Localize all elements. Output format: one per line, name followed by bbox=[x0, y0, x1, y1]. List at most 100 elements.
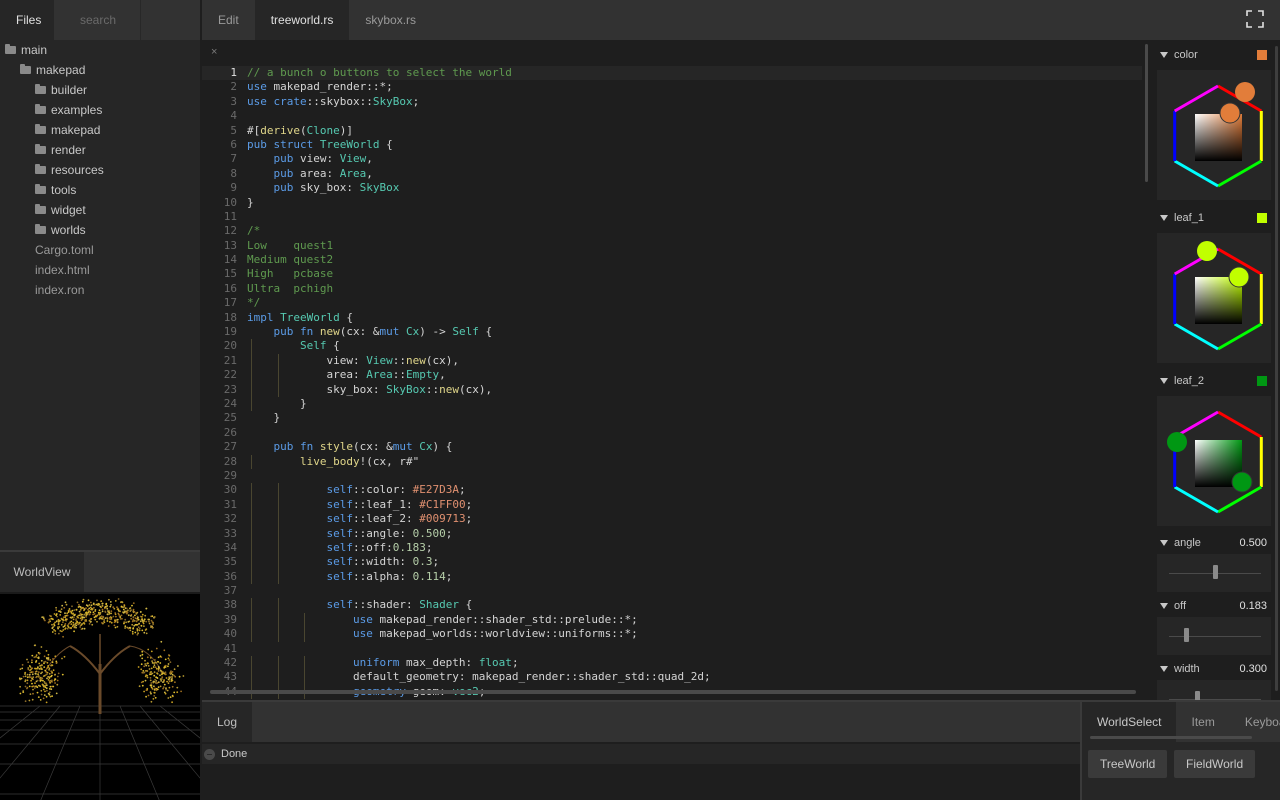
code-line[interactable]: 24 } bbox=[202, 396, 1142, 412]
tree-folder[interactable]: widget bbox=[0, 200, 200, 220]
color-swatch[interactable] bbox=[1257, 50, 1267, 60]
editor-horizontal-scrollbar[interactable] bbox=[210, 690, 1136, 694]
property-slider[interactable] bbox=[1157, 617, 1271, 655]
editor-vertical-scrollbar[interactable] bbox=[1145, 44, 1148, 182]
color-swatch[interactable] bbox=[1257, 376, 1267, 386]
property-header-color[interactable]: color bbox=[1157, 44, 1271, 66]
tab-edit[interactable]: Edit bbox=[202, 0, 255, 40]
code-line[interactable]: 8 pub area: Area, bbox=[202, 167, 1142, 181]
property-slider[interactable] bbox=[1157, 680, 1271, 700]
collapse-triangle-icon[interactable] bbox=[1160, 603, 1168, 609]
code-line[interactable]: 26 bbox=[202, 426, 1142, 440]
hue-handle bbox=[1235, 82, 1255, 102]
code-line[interactable]: 43 default_geometry: makepad_render::sha… bbox=[202, 670, 1142, 685]
tree-folder[interactable]: makepad bbox=[0, 120, 200, 140]
slider-knob[interactable] bbox=[1213, 565, 1218, 579]
code-line[interactable]: 15 High pcbase bbox=[202, 267, 1142, 281]
collapse-triangle-icon[interactable] bbox=[1160, 52, 1168, 58]
tree-folder[interactable]: main bbox=[0, 40, 200, 60]
tab-treeworld[interactable]: treeworld.rs bbox=[254, 0, 350, 40]
treeworld-button[interactable]: TreeWorld bbox=[1088, 750, 1168, 778]
code-line[interactable]: 21 view: View::new(cx), bbox=[202, 353, 1142, 369]
search-input[interactable]: search bbox=[54, 0, 140, 40]
code-line[interactable]: 38 self::shader: Shader { bbox=[202, 598, 1142, 613]
close-icon[interactable]: × bbox=[211, 46, 217, 58]
tree-folder[interactable]: worlds bbox=[0, 220, 200, 240]
property-slider[interactable] bbox=[1157, 554, 1271, 592]
tree-file[interactable]: index.ron bbox=[0, 280, 200, 300]
code-line[interactable]: 4 bbox=[202, 109, 1142, 123]
slider-knob[interactable] bbox=[1183, 628, 1189, 642]
property-header-angle[interactable]: angle 0.500 bbox=[1157, 532, 1271, 554]
property-header-off[interactable]: off 0.183 bbox=[1157, 595, 1271, 617]
code-line[interactable]: 2 use makepad_render::*; bbox=[202, 80, 1142, 94]
code-line[interactable]: 16 Ultra pchigh bbox=[202, 282, 1142, 296]
code-line[interactable]: 37 bbox=[202, 584, 1142, 598]
log-entry[interactable]: Done bbox=[202, 744, 1080, 764]
code-line[interactable]: 13 Low quest1 bbox=[202, 239, 1142, 253]
color-picker[interactable] bbox=[1157, 70, 1271, 200]
tab-worldview[interactable]: WorldView bbox=[0, 552, 84, 592]
code-line[interactable]: 32 self::leaf_2: #009713; bbox=[202, 512, 1142, 527]
tree-folder[interactable]: builder bbox=[0, 80, 200, 100]
code-line[interactable]: 20 Self { bbox=[202, 339, 1142, 354]
code-line[interactable]: 31 self::leaf_1: #C1FF00; bbox=[202, 497, 1142, 513]
color-picker[interactable] bbox=[1157, 233, 1271, 363]
code-line[interactable]: 29 bbox=[202, 469, 1142, 483]
code-line[interactable]: 12 /* bbox=[202, 224, 1142, 238]
code-line[interactable]: 1 // a bunch o buttons to select the worl… bbox=[202, 66, 1142, 81]
collapse-triangle-icon[interactable] bbox=[1160, 666, 1168, 672]
code-line[interactable]: 40 use makepad_worlds::worldview::unifor… bbox=[202, 627, 1142, 642]
tab-scrollbar[interactable] bbox=[1090, 736, 1252, 739]
code-line[interactable]: 5 #[derive(Clone)] bbox=[202, 124, 1142, 138]
code-line[interactable]: 41 bbox=[202, 642, 1142, 656]
code-line[interactable]: 14 Medium quest2 bbox=[202, 253, 1142, 267]
code-editor[interactable]: × 1 // a bunch o buttons to select the wo… bbox=[202, 40, 1154, 700]
code-line[interactable]: 28 live_body!(cx, r#" bbox=[202, 454, 1142, 469]
code-line[interactable]: 22 area: Area::Empty, bbox=[202, 368, 1142, 383]
code-line[interactable]: 23 sky_box: SkyBox::new(cx), bbox=[202, 382, 1142, 397]
code-line[interactable]: 3 use crate::skybox::SkyBox; bbox=[202, 95, 1142, 109]
code-line[interactable]: 11 bbox=[202, 210, 1142, 224]
collapse-triangle-icon[interactable] bbox=[1160, 215, 1168, 221]
code-line[interactable]: 18 impl TreeWorld { bbox=[202, 311, 1142, 325]
property-header-leaf-2[interactable]: leaf_2 bbox=[1157, 370, 1271, 392]
tree-file[interactable]: index.html bbox=[0, 260, 200, 280]
code-line[interactable]: 33 self::angle: 0.500; bbox=[202, 526, 1142, 541]
collapse-triangle-icon[interactable] bbox=[1160, 540, 1168, 546]
property-header-leaf-1[interactable]: leaf_1 bbox=[1157, 207, 1271, 229]
tree-file[interactable]: Cargo.toml bbox=[0, 240, 200, 260]
tree-folder[interactable]: resources bbox=[0, 160, 200, 180]
slider-track[interactable] bbox=[1169, 636, 1261, 637]
tree-folder[interactable]: makepad bbox=[0, 60, 200, 80]
code-line[interactable]: 19 pub fn new(cx: &mut Cx) -> Self { bbox=[202, 325, 1142, 339]
color-picker[interactable] bbox=[1157, 396, 1271, 526]
code-line[interactable]: 9 pub sky_box: SkyBox bbox=[202, 181, 1142, 195]
collapse-triangle-icon[interactable] bbox=[1160, 378, 1168, 384]
tree-folder[interactable]: examples bbox=[0, 100, 200, 120]
code-line[interactable]: 42 uniform max_depth: float; bbox=[202, 656, 1142, 671]
code-line[interactable]: 36 self::alpha: 0.114; bbox=[202, 569, 1142, 585]
code-line[interactable]: 35 self::width: 0.3; bbox=[202, 555, 1142, 570]
tree-folder[interactable]: tools bbox=[0, 180, 200, 200]
code-line[interactable]: 10} bbox=[202, 196, 1142, 210]
code-line[interactable]: 30 self::color: #E27D3A; bbox=[202, 483, 1142, 498]
tab-log[interactable]: Log bbox=[202, 702, 252, 742]
color-swatch[interactable] bbox=[1257, 213, 1267, 223]
fullscreen-icon[interactable] bbox=[1246, 10, 1264, 28]
tree-folder[interactable]: render bbox=[0, 140, 200, 160]
code-line[interactable]: 27 pub fn style(cx: &mut Cx) { bbox=[202, 440, 1142, 454]
code-line[interactable]: 39 use makepad_render::shader_std::prelu… bbox=[202, 612, 1142, 628]
code-line[interactable]: 7 pub view: View, bbox=[202, 152, 1142, 166]
fieldworld-button[interactable]: FieldWorld bbox=[1174, 750, 1256, 778]
code-line[interactable]: 17 */ bbox=[202, 296, 1142, 310]
property-header-width[interactable]: width 0.300 bbox=[1157, 658, 1271, 680]
property-panel-scrollbar[interactable] bbox=[1275, 46, 1278, 691]
code-line[interactable]: 6 pub struct TreeWorld { bbox=[202, 138, 1142, 152]
world-viewport[interactable] bbox=[0, 594, 200, 800]
tab-files[interactable]: Files bbox=[0, 0, 54, 40]
code-line[interactable]: 34 self::off:0.183; bbox=[202, 540, 1142, 556]
slider-knob[interactable] bbox=[1194, 691, 1200, 700]
code-line[interactable]: 25 } bbox=[202, 411, 1142, 425]
tab-skybox[interactable]: skybox.rs bbox=[349, 0, 432, 40]
